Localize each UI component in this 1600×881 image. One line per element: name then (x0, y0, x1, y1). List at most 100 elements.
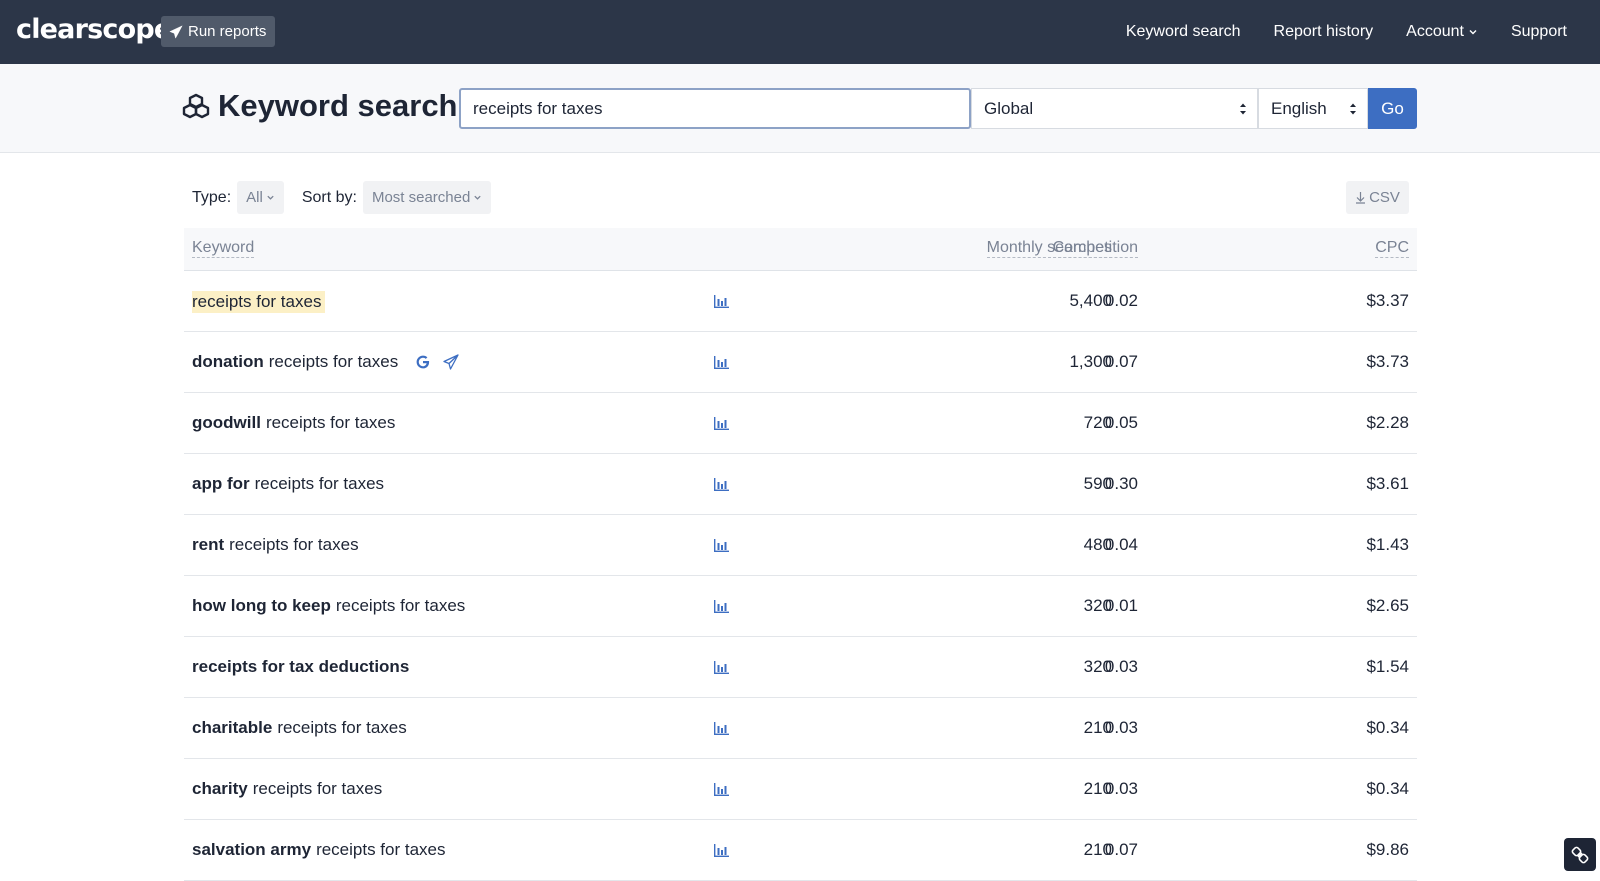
competition-value: 0.30 (1104, 474, 1138, 493)
keyword-modifier: receipts for tax deductions (192, 657, 410, 676)
table-row[interactable]: donation receipts for taxes 1,300 0.07 $3.73 (184, 332, 1417, 393)
nav-account-label: Account (1406, 23, 1464, 40)
table-row[interactable]: receipts for tax deductions 320 0.03 $1.54 (184, 637, 1417, 698)
table-body: receipts for taxes 5,400 0.02 $3.37 donation… (184, 271, 1417, 881)
language-select-value: English (1271, 98, 1327, 118)
table-row[interactable]: goodwill receipts for taxes 720 0.05 $2.28 (184, 393, 1417, 454)
competition-value: 0.07 (1104, 840, 1138, 859)
logo[interactable]: clearscope (16, 14, 172, 45)
go-button[interactable]: Go (1368, 88, 1417, 129)
region-select[interactable]: Global (971, 88, 1258, 129)
keyword-modifier: charity (192, 779, 248, 798)
sort-dropdown[interactable]: Most searched (362, 181, 492, 214)
paper-plane-icon[interactable] (442, 353, 460, 371)
keyword-cell[interactable]: salvation army receipts for taxes (192, 840, 446, 860)
download-arrow-icon (1356, 192, 1366, 204)
nav-support[interactable]: Support (1511, 23, 1567, 41)
table-row[interactable]: rent receipts for taxes 480 0.04 $1.43 (184, 515, 1417, 576)
bar-chart-icon[interactable] (714, 478, 729, 491)
nav-keyword-search[interactable]: Keyword search (1126, 23, 1241, 41)
nav-report-history-label: Report history (1273, 23, 1374, 40)
bar-chart-icon[interactable] (714, 417, 729, 430)
search-input[interactable] (459, 88, 971, 129)
cpc-value: $1.54 (1366, 657, 1409, 676)
top-navbar: clearscope Run reports Keyword search Re… (0, 0, 1600, 64)
sort-label: Sort by: (301, 188, 357, 206)
keyword-cell[interactable]: donation receipts for taxes (192, 352, 460, 372)
competition-value: 0.03 (1104, 779, 1138, 798)
keyword-base-highlighted: receipts for taxes (192, 291, 326, 313)
keyword-base: receipts for taxes (277, 718, 407, 737)
keyword-cell[interactable]: how long to keep receipts for taxes (192, 596, 465, 616)
table-row[interactable]: charitable receipts for taxes 210 0.03 $0.34 (184, 698, 1417, 759)
competition-value: 0.01 (1104, 596, 1138, 615)
cpc-value: $3.37 (1366, 291, 1409, 310)
bar-chart-icon[interactable] (714, 295, 729, 308)
keyword-base: receipts for taxes (254, 474, 385, 493)
bar-chart-icon[interactable] (714, 600, 729, 613)
header-keyword[interactable]: Keyword (192, 239, 255, 258)
keyword-cell[interactable]: app for receipts for taxes (192, 474, 384, 494)
chevron-down-icon (1469, 30, 1477, 35)
run-reports-button[interactable]: Run reports (161, 16, 276, 47)
keyword-actions (414, 353, 460, 371)
cpc-value: $3.61 (1366, 474, 1409, 493)
keyword-cell[interactable]: receipts for taxes (192, 291, 326, 313)
region-select-value: Global (984, 98, 1034, 118)
table-row[interactable]: app for receipts for taxes 590 0.30 $3.61 (184, 454, 1417, 515)
competition-value: 0.03 (1104, 657, 1138, 676)
competition-value: 0.07 (1104, 352, 1138, 371)
keyword-cell[interactable]: charitable receipts for taxes (192, 718, 407, 738)
bar-chart-icon[interactable] (714, 722, 729, 735)
bar-chart-icon[interactable] (714, 539, 729, 552)
keyword-base: receipts for taxes (229, 535, 359, 554)
cpc-value: $9.86 (1366, 840, 1409, 859)
link-widget-button[interactable] (1564, 838, 1596, 871)
keyword-base: receipts for taxes (265, 413, 396, 432)
page-title: Keyword search (182, 88, 458, 124)
keyword-modifier: donation (192, 352, 264, 371)
keyword-base: receipts for taxes (335, 596, 466, 615)
header-cpc[interactable]: CPC (1375, 239, 1409, 258)
table-row[interactable]: how long to keep receipts for taxes 320 0.0… (184, 576, 1417, 637)
keyword-modifier: goodwill (192, 413, 261, 432)
keyword-modifier: how long to keep (192, 596, 331, 615)
link-icon (1571, 846, 1589, 863)
nav-support-label: Support (1510, 23, 1567, 40)
csv-download-button[interactable]: CSV (1346, 181, 1409, 214)
main-nav: Keyword search Report history Account Su… (1126, 0, 1600, 64)
paper-plane-icon (169, 24, 183, 39)
competition-value: 0.04 (1104, 535, 1138, 554)
keyword-modifier: rent (192, 535, 225, 554)
keyword-base: receipts for taxes (268, 352, 399, 371)
cpc-value: $3.73 (1366, 352, 1409, 371)
keyword-cell[interactable]: rent receipts for taxes (192, 535, 359, 555)
keyword-base: receipts for taxes (252, 779, 383, 798)
competition-value: 0.02 (1104, 291, 1138, 310)
keyword-cell[interactable]: receipts for tax deductions (192, 657, 414, 677)
page-title-text: Keyword search (218, 88, 458, 123)
bar-chart-icon[interactable] (714, 661, 729, 674)
cubes-icon (182, 93, 210, 119)
language-select[interactable]: English (1258, 88, 1368, 129)
bar-chart-icon[interactable] (714, 844, 729, 857)
header-competition[interactable]: Competition (1052, 239, 1138, 258)
keyword-modifier: salvation army (192, 840, 312, 859)
cpc-value: $1.43 (1366, 535, 1409, 554)
type-filter-label: Type: (192, 188, 232, 206)
table-row[interactable]: salvation army receipts for taxes 210 0.07 $… (184, 820, 1417, 881)
nav-keyword-search-label: Keyword search (1125, 23, 1241, 40)
cpc-value: $0.34 (1366, 779, 1409, 798)
table-row[interactable]: receipts for taxes 5,400 0.02 $3.37 (184, 271, 1417, 332)
nav-report-history[interactable]: Report history (1274, 23, 1374, 41)
bar-chart-icon[interactable] (714, 783, 729, 796)
bar-chart-icon[interactable] (714, 356, 729, 369)
sort-value: Most searched (371, 189, 471, 206)
keyword-cell[interactable]: charity receipts for taxes (192, 779, 382, 799)
nav-account[interactable]: Account (1406, 23, 1478, 41)
type-filter-dropdown[interactable]: All (237, 181, 284, 214)
keyword-cell[interactable]: goodwill receipts for taxes (192, 413, 395, 433)
table-row[interactable]: charity receipts for taxes 210 0.03 $0.34 (184, 759, 1417, 820)
google-icon[interactable] (414, 353, 432, 371)
keyword-modifier: charitable (192, 718, 273, 737)
